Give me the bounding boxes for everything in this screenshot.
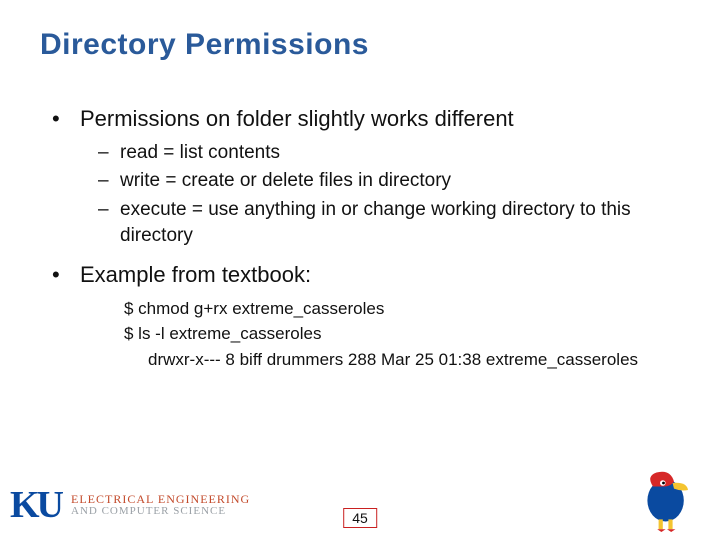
dept-line2: AND COMPUTER SCIENCE bbox=[71, 506, 250, 518]
ku-logo-icon: KU bbox=[10, 486, 61, 524]
code-line: drwxr-x--- 8 biff drummers 288 Mar 25 01… bbox=[124, 347, 672, 373]
slide-content: Permissions on folder slightly works dif… bbox=[52, 104, 672, 380]
sub-bullet-item: execute = use anything in or change work… bbox=[94, 197, 672, 250]
code-block: $ chmod g+rx extreme_casseroles $ ls -l … bbox=[124, 296, 672, 373]
footer-logo: KU ELECTRICAL ENGINEERING AND COMPUTER S… bbox=[10, 486, 250, 524]
page-number: 45 bbox=[343, 508, 377, 528]
slide-title: Directory Permissions bbox=[40, 28, 369, 62]
sub-bullet-item: write = create or delete files in direct… bbox=[94, 168, 672, 195]
code-line: $ chmod g+rx extreme_casseroles bbox=[124, 296, 672, 322]
bullet-item: Example from textbook: $ chmod g+rx extr… bbox=[52, 260, 672, 372]
bullet-item: Permissions on folder slightly works dif… bbox=[52, 104, 672, 250]
bullet-text: Example from textbook: bbox=[80, 262, 311, 287]
sub-bullet-text: read = list contents bbox=[120, 142, 280, 163]
sub-bullet-item: read = list contents bbox=[94, 140, 672, 167]
dept-name: ELECTRICAL ENGINEERING AND COMPUTER SCIE… bbox=[71, 493, 250, 517]
sub-bullet-text: write = create or delete files in direct… bbox=[120, 170, 451, 191]
dept-line1: ELECTRICAL ENGINEERING bbox=[71, 493, 250, 506]
jayhawk-mascot-icon bbox=[632, 462, 702, 532]
code-line: $ ls -l extreme_casseroles bbox=[124, 321, 672, 347]
bullet-list-level1: Permissions on folder slightly works dif… bbox=[52, 104, 672, 372]
bullet-text: Permissions on folder slightly works dif… bbox=[80, 106, 514, 131]
bullet-list-level2: read = list contents write = create or d… bbox=[94, 140, 672, 250]
sub-bullet-text: execute = use anything in or change work… bbox=[120, 199, 631, 247]
slide: Directory Permissions Permissions on fol… bbox=[0, 0, 720, 540]
